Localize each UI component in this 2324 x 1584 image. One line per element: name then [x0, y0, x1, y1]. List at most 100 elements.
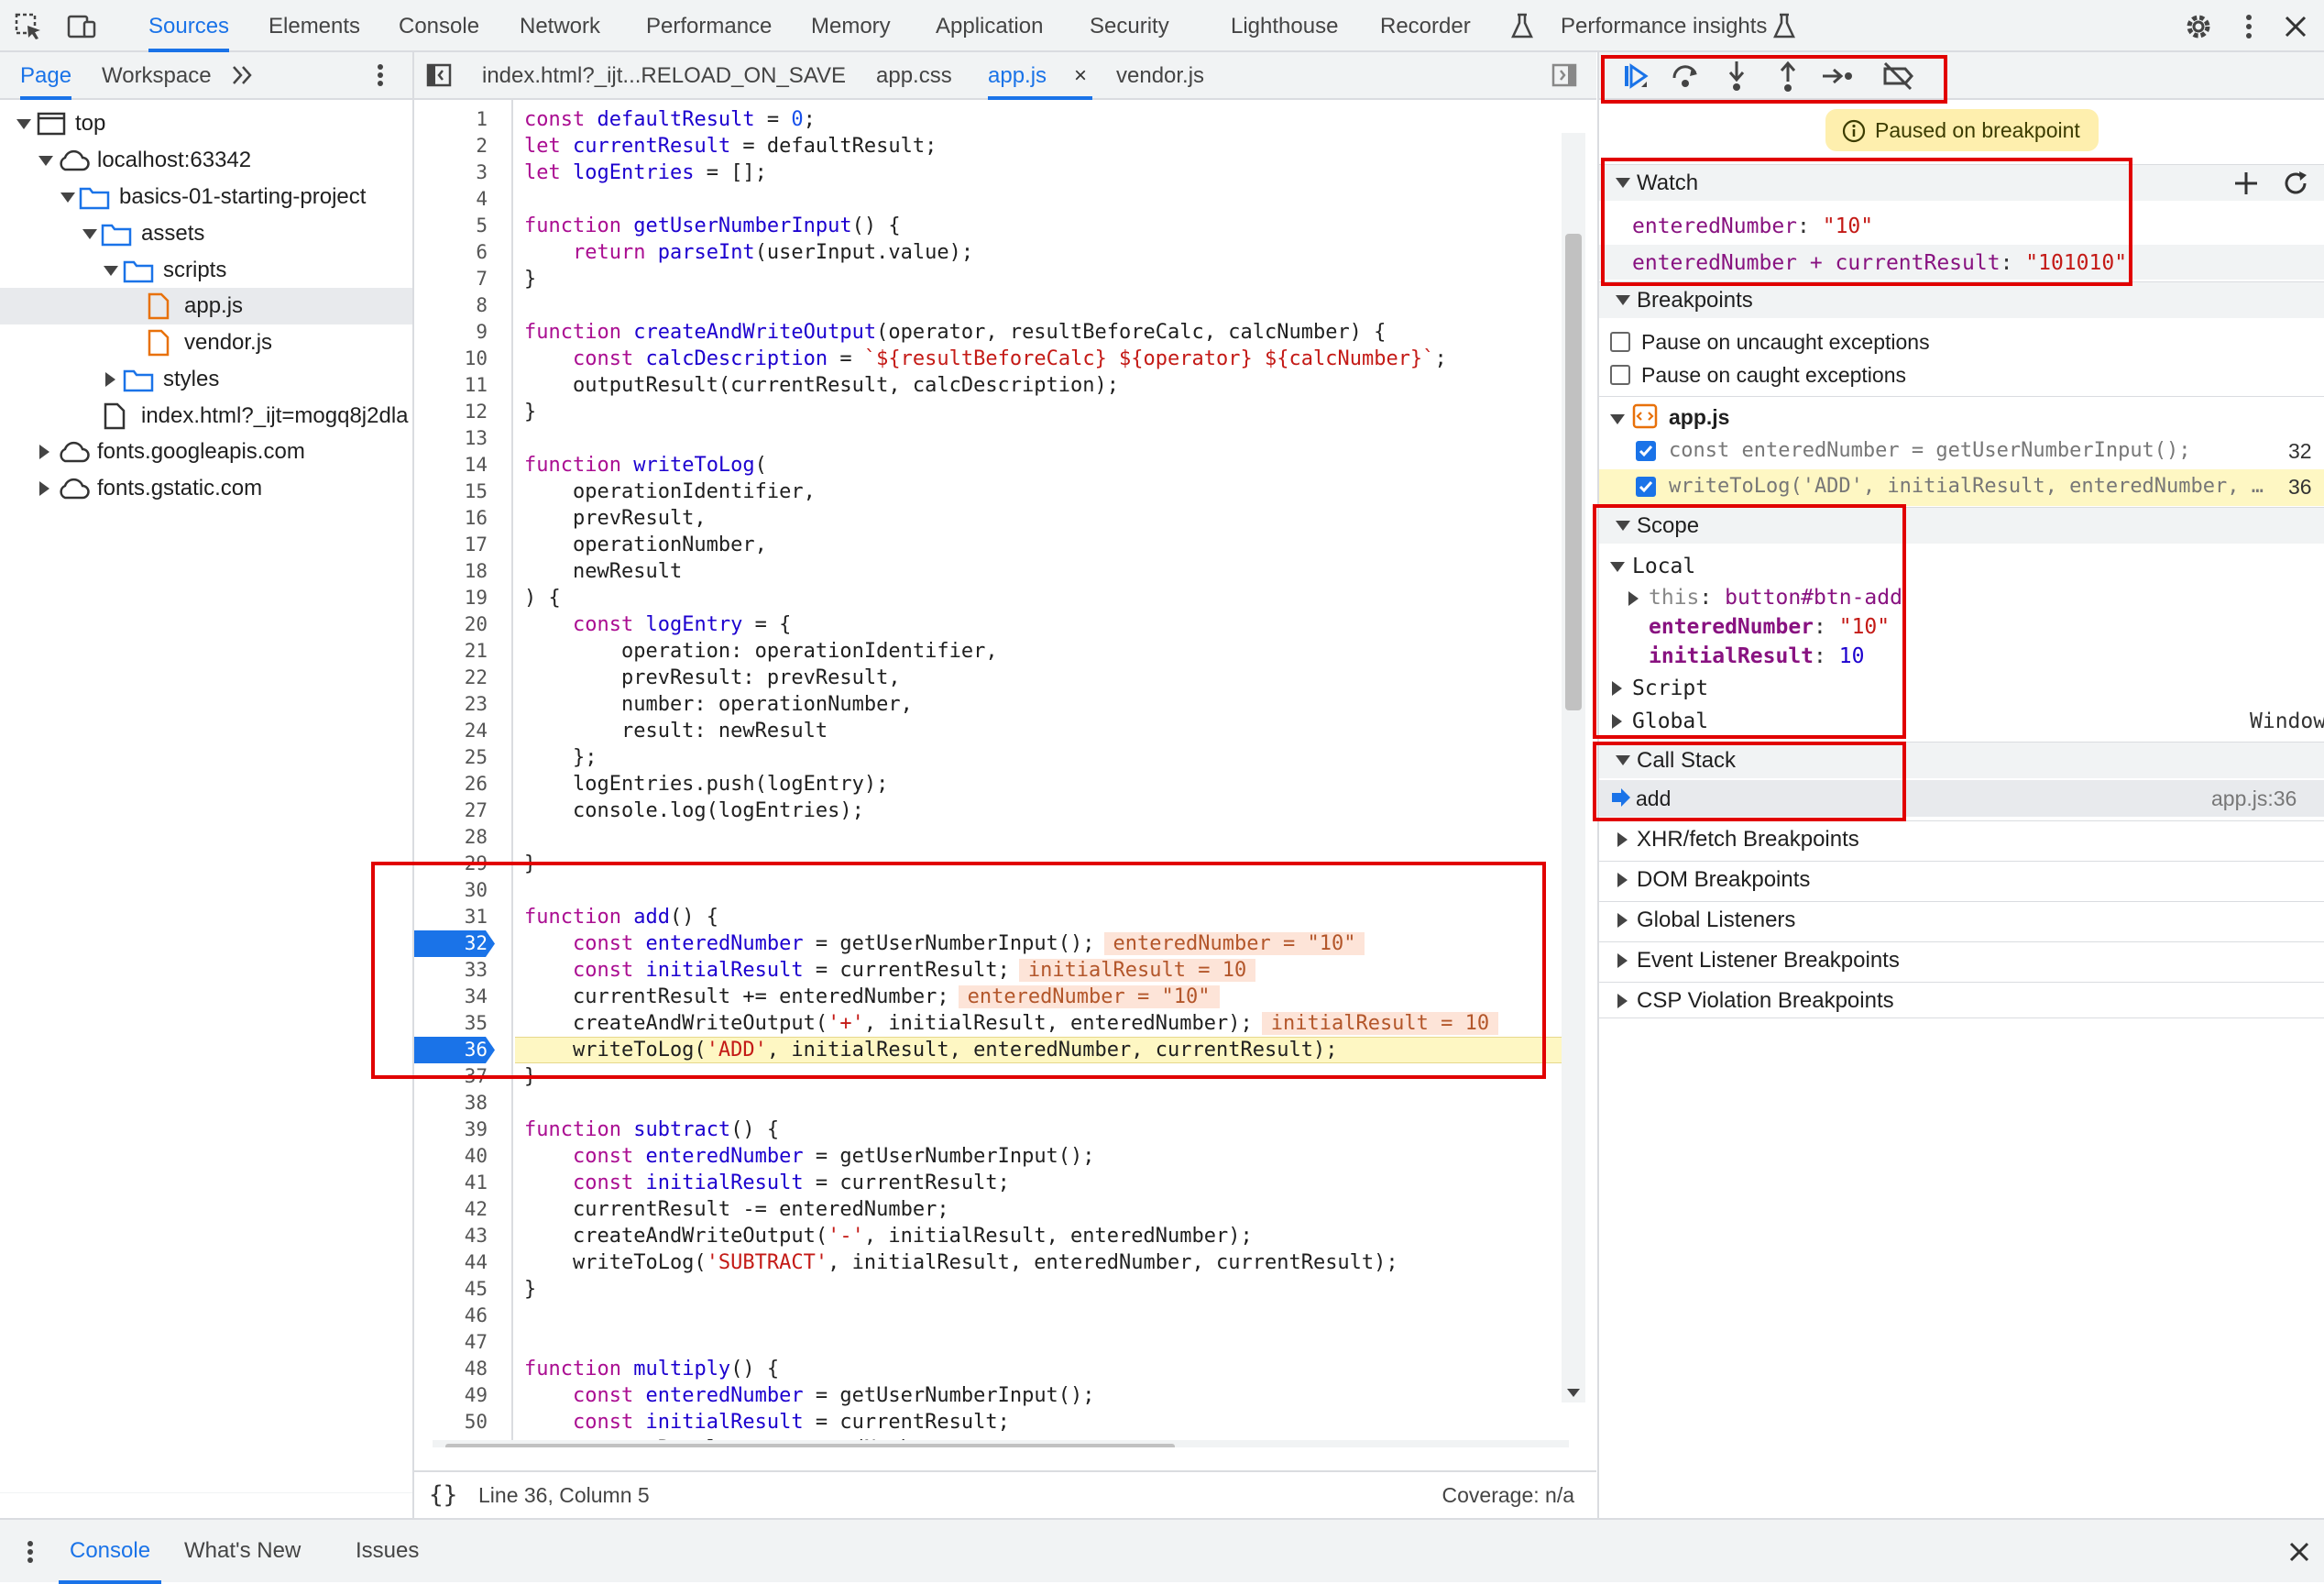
line-number[interactable]: 16	[414, 505, 488, 532]
tree-item-localhost[interactable]: localhost:63342	[0, 142, 413, 179]
editor-horizontal-scrollbar[interactable]	[433, 1440, 1569, 1447]
toggle-debugger-icon[interactable]	[1551, 61, 1582, 93]
line-number[interactable]: 13	[414, 425, 488, 452]
line-number[interactable]: 24	[414, 718, 488, 744]
tab-page[interactable]: Page	[20, 52, 72, 100]
close-devtools-icon[interactable]	[2280, 11, 2311, 42]
line-number[interactable]: 32	[414, 930, 488, 957]
code-line[interactable]: function writeToLog(	[524, 452, 767, 478]
deactivate-breakpoints-icon[interactable]	[1880, 58, 1916, 94]
line-number[interactable]: 7	[414, 266, 488, 292]
add-watch-icon[interactable]	[2231, 169, 2261, 198]
more-tabs-chevron-icon[interactable]	[229, 61, 260, 93]
line-number[interactable]: 45	[414, 1276, 488, 1303]
line-number[interactable]: 26	[414, 771, 488, 798]
code-line[interactable]: operationNumber,	[524, 532, 767, 558]
line-gutter[interactable]: 1 2 3 4 5 6 7 8 9 10 11 12 13 14 15 16 17 18 19 20 21 22 23 24 2…	[414, 100, 513, 1447]
step-icon[interactable]	[1819, 58, 1856, 94]
line-number[interactable]: 22	[414, 665, 488, 691]
settings-gear-icon[interactable]	[2183, 11, 2214, 42]
navigator-scrollbar[interactable]	[0, 1492, 413, 1493]
line-number[interactable]: 49	[414, 1382, 488, 1409]
code-line[interactable]: const calcDescription = `${resultBeforeC…	[524, 346, 1447, 372]
device-toolbar-icon[interactable]	[66, 11, 97, 42]
refresh-watch-icon[interactable]	[2281, 169, 2310, 198]
code-line[interactable]: const logEntry = {	[524, 611, 791, 638]
code-line[interactable]: let currentResult = defaultResult;	[524, 133, 937, 160]
line-number[interactable]: 5	[414, 213, 488, 239]
tab-performance[interactable]: Performance	[646, 0, 772, 52]
code-line[interactable]: outputResult(currentResult, calcDescript…	[524, 372, 1119, 399]
line-number[interactable]: 3	[414, 160, 488, 186]
code-line[interactable]: createAndWriteOutput('+', initialResult,…	[524, 1010, 1499, 1037]
code-line[interactable]: createAndWriteOutput('-', initialResult,…	[524, 1223, 1253, 1249]
csp-violation-breakpoints-header[interactable]: CSP Violation Breakpoints	[1599, 982, 2324, 1018]
line-number[interactable]: 47	[414, 1329, 488, 1356]
scope-local[interactable]: Local	[1632, 550, 1695, 583]
callstack-section-header[interactable]: Call Stack	[1599, 742, 2324, 778]
code-line[interactable]: logEntries.push(logEntry);	[524, 771, 888, 798]
code-line[interactable]: const initialResult = currentResult;	[524, 1409, 1010, 1436]
scope-global[interactable]: Global	[1632, 705, 1708, 738]
event-listener-breakpoints-header[interactable]: Event Listener Breakpoints	[1599, 941, 2324, 978]
code-line[interactable]: function subtract() {	[524, 1116, 779, 1143]
drawer-tab-whats-new[interactable]: What's New	[184, 1520, 301, 1584]
line-number[interactable]: 31	[414, 904, 488, 930]
code-line[interactable]: const initialResult = currentResult;	[524, 1170, 1010, 1196]
more-options-icon[interactable]	[2233, 11, 2264, 42]
tree-item-vendor-js[interactable]: vendor.js	[0, 324, 413, 361]
code-line[interactable]: currentResult += enteredNumber; enteredNu…	[524, 984, 1220, 1010]
code-line[interactable]: let logEntries = [];	[524, 160, 767, 186]
line-number[interactable]: 33	[414, 957, 488, 984]
line-number[interactable]: 42	[414, 1196, 488, 1223]
editor-vertical-scrollbar[interactable]	[1562, 133, 1585, 1402]
line-number[interactable]: 38	[414, 1090, 488, 1116]
inspect-element-icon[interactable]	[13, 11, 44, 42]
line-number[interactable]: 43	[414, 1223, 488, 1249]
line-number[interactable]: 27	[414, 798, 488, 824]
line-number[interactable]: 14	[414, 452, 488, 478]
code-line[interactable]: const enteredNumber = getUserNumberInput…	[524, 930, 1365, 957]
line-number[interactable]: 44	[414, 1249, 488, 1276]
scope-entered-number[interactable]: enteredNumber: "10"	[1649, 610, 1890, 644]
step-out-icon[interactable]	[1770, 58, 1806, 94]
line-number[interactable]: 18	[414, 558, 488, 585]
dom-breakpoints-header[interactable]: DOM Breakpoints	[1599, 861, 2324, 897]
tree-item-fonts-gstatic[interactable]: fonts.gstatic.com	[0, 470, 413, 507]
toggle-navigator-icon[interactable]	[425, 61, 456, 93]
code-line[interactable]: console.log(logEntries);	[524, 798, 864, 824]
line-number[interactable]: 19	[414, 585, 488, 611]
tree-item-assets-folder[interactable]: assets	[0, 215, 413, 252]
step-into-icon[interactable]	[1718, 58, 1755, 94]
code-line[interactable]: const enteredNumber = getUserNumberInput…	[524, 1143, 1095, 1170]
tab-workspace[interactable]: Workspace	[102, 52, 212, 100]
pause-uncaught-checkbox[interactable]	[1610, 332, 1630, 352]
line-number[interactable]: 9	[414, 319, 488, 346]
scope-this[interactable]: this: button#btn-add	[1649, 581, 1902, 614]
pause-caught-checkbox[interactable]	[1610, 365, 1630, 385]
code-line[interactable]: function getUserNumberInput() {	[524, 213, 901, 239]
line-number[interactable]: 37	[414, 1063, 488, 1090]
code-line[interactable]: function createAndWriteOutput(operator, …	[524, 319, 1386, 346]
drawer-menu-icon[interactable]	[16, 1538, 44, 1566]
tab-memory[interactable]: Memory	[811, 0, 891, 52]
line-number[interactable]: 25	[414, 744, 488, 771]
line-number[interactable]: 36	[414, 1037, 488, 1063]
tab-security[interactable]: Security	[1090, 0, 1169, 52]
tab-index-html[interactable]: index.html?_ijt...RELOAD_ON_SAVE	[482, 52, 846, 100]
line-number[interactable]: 17	[414, 532, 488, 558]
line-number[interactable]: 15	[414, 478, 488, 505]
code-line[interactable]: }	[524, 266, 536, 292]
line-number[interactable]: 8	[414, 292, 488, 319]
tab-app-js[interactable]: app.js ×	[988, 52, 1092, 100]
tree-item-styles-folder[interactable]: styles	[0, 361, 413, 398]
tree-item-scripts-folder[interactable]: scripts	[0, 252, 413, 289]
line-number[interactable]: 34	[414, 984, 488, 1010]
code-editor[interactable]: 1 2 3 4 5 6 7 8 9 10 11 12 13 14 15 16 17 18 19 20 21 22 23 24 2…	[414, 100, 1596, 1447]
code-line[interactable]: writeToLog('ADD', initialResult, entered…	[524, 1037, 1337, 1063]
scope-initial-result[interactable]: initialResult: 10	[1649, 640, 1864, 673]
code-line[interactable]: }	[524, 399, 536, 425]
coverage-status[interactable]: Coverage: n/a	[1442, 1472, 1574, 1518]
line-number[interactable]: 41	[414, 1170, 488, 1196]
code-line[interactable]: newResult	[524, 558, 682, 585]
